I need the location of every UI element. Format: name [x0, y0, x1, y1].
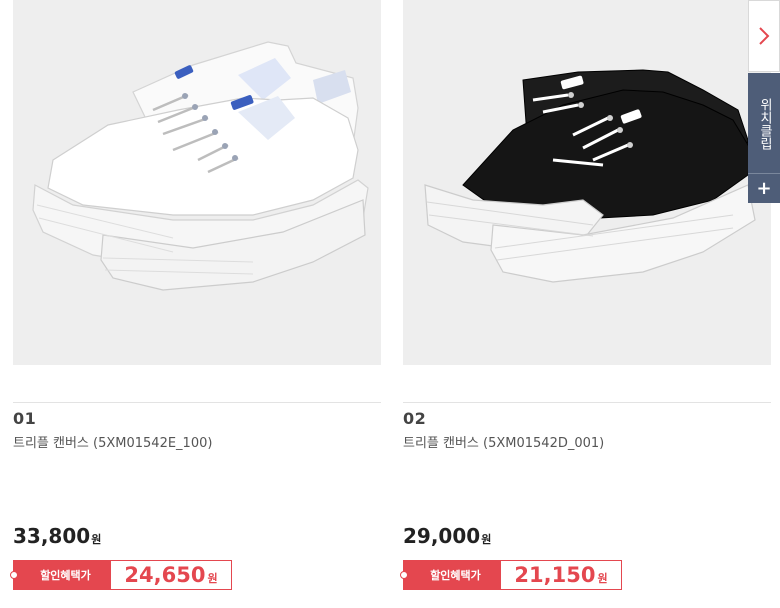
product-card[interactable]: 01 트리플 캔버스 (5XM01542E_100) 33,800원 할인혜택가… [10, 0, 381, 590]
sale-price: 21,150 원 [501, 561, 621, 589]
next-arrow-button[interactable] [748, 0, 780, 72]
product-price: 29,000원 [403, 524, 491, 548]
sale-price-box: 할인혜택가 24,650 원 [10, 560, 232, 590]
product-card[interactable]: 02 트리플 캔버스 (5XM01542D_001) 29,000원 할인혜택가… [400, 0, 771, 590]
sale-price-value: 24,650 [124, 563, 206, 587]
product-image-black-sneakers[interactable] [403, 0, 771, 365]
sale-price: 24,650 원 [111, 561, 231, 589]
sale-label: 할인혜택가 [10, 561, 111, 589]
price-unit: 원 [91, 533, 102, 546]
product-name[interactable]: 트리플 캔버스 (5XM01542E_100) [13, 432, 212, 451]
price-value: 33,800 [13, 524, 91, 548]
product-grid: 01 트리플 캔버스 (5XM01542E_100) 33,800원 할인혜택가… [0, 0, 780, 608]
position-clip-button[interactable]: 위치클립 [748, 81, 780, 167]
plus-icon[interactable]: + [748, 174, 780, 203]
position-clip-widget: 위치클립 + [748, 73, 780, 203]
product-name[interactable]: 트리플 캔버스 (5XM01542D_001) [403, 432, 604, 451]
chevron-right-icon [759, 27, 770, 45]
price-value: 29,000 [403, 524, 481, 548]
sale-label-text: 할인혜택가 [40, 569, 91, 582]
sale-price-value: 21,150 [514, 563, 596, 587]
sale-price-unit: 원 [207, 572, 218, 585]
sale-price-unit: 원 [597, 572, 608, 585]
divider [13, 402, 381, 403]
price-unit: 원 [481, 533, 492, 546]
product-image-white-sneakers[interactable] [13, 0, 381, 365]
product-number: 02 [403, 409, 427, 428]
sale-price-box: 할인혜택가 21,150 원 [400, 560, 622, 590]
sale-badge-dot [10, 571, 18, 579]
product-number: 01 [13, 409, 37, 428]
product-price: 33,800원 [13, 524, 101, 548]
sale-label: 할인혜택가 [400, 561, 501, 589]
sale-label-text: 할인혜택가 [430, 569, 481, 582]
sale-badge-dot [400, 571, 408, 579]
divider [403, 402, 771, 403]
